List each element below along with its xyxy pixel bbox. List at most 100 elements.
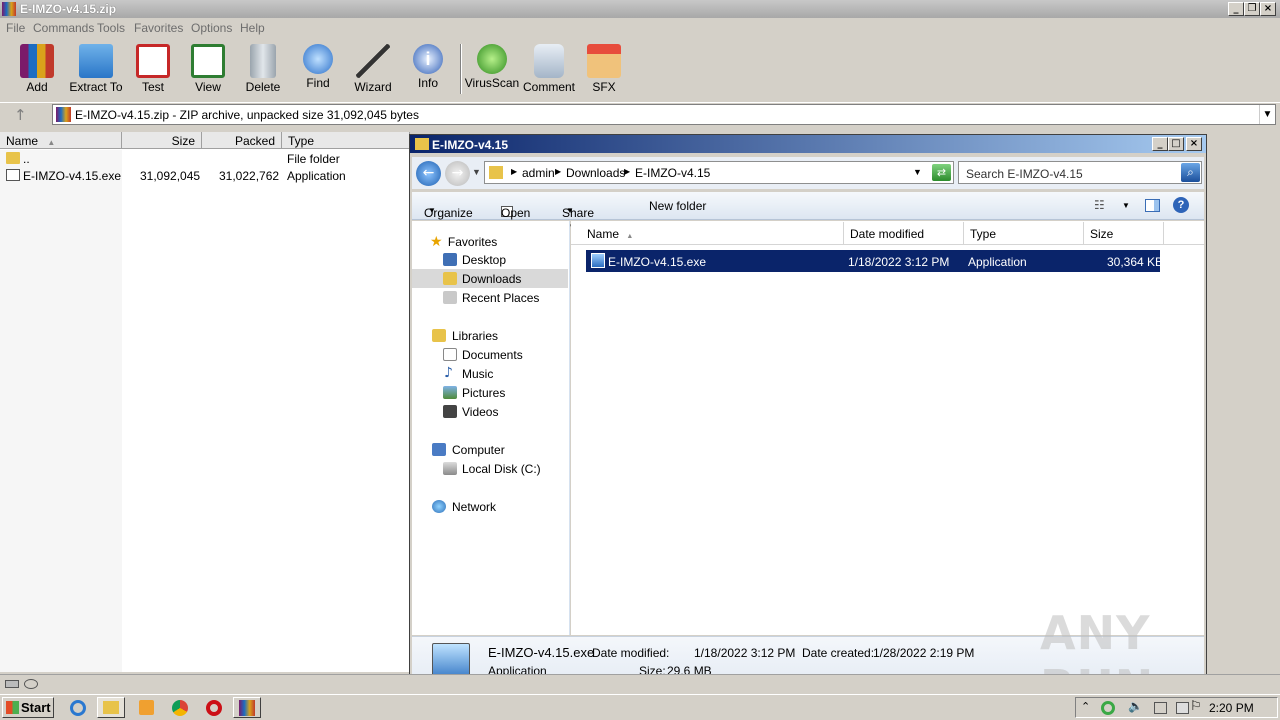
nav-network[interactable]: Network: [452, 500, 496, 514]
nav-videos[interactable]: Videos: [462, 405, 498, 419]
file-size: 30,364 KB: [1107, 255, 1164, 269]
file-row-selected[interactable]: E-IMZO-v4.15.exe 1/18/2022 3:12 PM Appli…: [586, 250, 1164, 272]
table-row[interactable]: E-IMZO-v4.15.exe 31,092,045 31,022,762 A…: [0, 168, 410, 185]
breadcrumb-separator-icon: ▶: [511, 167, 518, 176]
preview-pane-icon[interactable]: [1145, 199, 1160, 212]
column-header-type[interactable]: Type: [964, 222, 1084, 244]
breadcrumb-admin[interactable]: admin: [522, 166, 555, 180]
column-header-name[interactable]: Name ▲: [581, 222, 844, 244]
taskbar-media-icon[interactable]: [132, 697, 160, 718]
search-input[interactable]: Search E-IMZO-v4.15 ⌕: [958, 161, 1202, 184]
taskbar-winrar-icon[interactable]: [233, 697, 261, 718]
new-folder-button[interactable]: New folder: [649, 199, 706, 213]
forward-button[interactable]: →: [445, 161, 470, 186]
column-header-size[interactable]: Size: [1084, 222, 1164, 244]
winrar-title-bar[interactable]: E-IMZO-v4.15.zip _ ❐ ×: [0, 0, 1280, 18]
add-button[interactable]: Add: [9, 44, 65, 94]
nav-computer[interactable]: Computer: [452, 443, 505, 457]
opera-icon: [206, 700, 222, 716]
wizard-button[interactable]: Wizard: [345, 44, 401, 94]
nav-documents[interactable]: Documents: [462, 348, 523, 362]
chevron-down-icon[interactable]: ▼: [1122, 201, 1130, 210]
column-type[interactable]: Type: [282, 132, 410, 149]
network-tray-icon[interactable]: [1176, 702, 1189, 714]
command-bar: Organize ▼ Open Share with ▼ New folder …: [412, 192, 1204, 234]
view-button[interactable]: View: [180, 44, 236, 94]
media-player-icon: [138, 700, 154, 715]
taskbar-explorer-icon[interactable]: [97, 697, 125, 718]
menu-file[interactable]: File: [6, 21, 25, 35]
breadcrumb[interactable]: ▶ admin ▶ Downloads ▶ E-IMZO-v4.15 ▼ ⇄: [484, 161, 954, 184]
archive-path-field[interactable]: E-IMZO-v4.15.zip - ZIP archive, unpacked…: [52, 104, 1276, 125]
magic-wand-icon: [356, 44, 390, 78]
search-icon[interactable]: ⌕: [1181, 163, 1200, 182]
explorer-title-bar[interactable]: E-IMZO-v4.15 _ □ ×: [410, 135, 1206, 153]
action-center-flag-icon[interactable]: ⚐: [1190, 699, 1202, 714]
breadcrumb-current[interactable]: E-IMZO-v4.15: [635, 166, 710, 180]
network-icon: [432, 500, 446, 513]
tray-device-icon[interactable]: [1154, 702, 1167, 714]
extract-to-button[interactable]: Extract To: [67, 44, 125, 94]
history-dropdown-icon[interactable]: ▼: [472, 167, 481, 177]
nav-libraries[interactable]: Libraries: [452, 329, 498, 343]
chevron-down-icon: ▼: [566, 206, 574, 215]
up-arrow-icon[interactable]: ↑: [14, 106, 27, 124]
system-tray: ⌃ 🔈 ⚐ 2:20 PM: [1075, 697, 1278, 718]
nav-recent-places[interactable]: Recent Places: [462, 291, 539, 305]
column-name-label: Name: [587, 227, 620, 241]
nav-local-disk[interactable]: Local Disk (C:): [462, 462, 541, 476]
find-button[interactable]: Find: [290, 44, 346, 90]
close-button[interactable]: ×: [1260, 2, 1276, 16]
delete-button[interactable]: Delete: [235, 44, 291, 94]
menu-favorites[interactable]: Favorites: [134, 21, 183, 35]
column-size[interactable]: Size: [122, 132, 202, 149]
file-name: E-IMZO-v4.15.exe: [608, 255, 707, 269]
virusscan-label: VirusScan: [464, 76, 520, 90]
taskbar-ie-icon[interactable]: [64, 697, 92, 718]
toolbar-separator: [460, 44, 462, 94]
clock[interactable]: 2:20 PM: [1209, 701, 1254, 715]
explorer-title: E-IMZO-v4.15: [432, 138, 509, 152]
menu-tools[interactable]: Tools: [97, 21, 125, 35]
taskbar-chrome-icon[interactable]: [166, 697, 194, 718]
tray-expand-icon[interactable]: ⌃: [1081, 700, 1090, 713]
breadcrumb-downloads[interactable]: Downloads: [566, 166, 625, 180]
nav-music[interactable]: Music: [462, 367, 493, 381]
menu-commands[interactable]: Commands: [33, 21, 94, 35]
folder-extract-icon: [79, 44, 113, 78]
nav-desktop[interactable]: Desktop: [462, 253, 506, 267]
file-list: Name ▲ Date modified Type Size: [571, 221, 1204, 635]
wizard-label: Wizard: [354, 80, 392, 94]
explorer-close-button[interactable]: ×: [1186, 137, 1202, 151]
column-packed[interactable]: Packed: [202, 132, 282, 149]
back-button[interactable]: ←: [416, 161, 441, 186]
menu-help[interactable]: Help: [240, 21, 265, 35]
virusscan-button[interactable]: VirusScan: [464, 44, 520, 90]
file-date: 1/18/2022 3:12 PM: [848, 255, 950, 269]
tray-app-icon[interactable]: [1101, 701, 1115, 715]
test-button[interactable]: Test: [125, 44, 181, 94]
chevron-down-icon[interactable]: ▼: [1259, 105, 1275, 124]
view-options-icon[interactable]: ☷: [1094, 198, 1105, 212]
refresh-button[interactable]: ⇄: [932, 164, 951, 181]
menu-options[interactable]: Options: [191, 21, 232, 35]
minimize-button[interactable]: _: [1228, 2, 1244, 16]
bug-scan-icon: [477, 44, 507, 74]
info-button[interactable]: i Info: [400, 44, 456, 90]
comment-button[interactable]: Comment: [521, 44, 577, 94]
volume-icon[interactable]: 🔈: [1128, 699, 1143, 713]
taskbar-opera-icon[interactable]: [200, 697, 228, 718]
sfx-button[interactable]: SFX: [576, 44, 632, 94]
help-icon[interactable]: ?: [1173, 197, 1189, 213]
restore-button[interactable]: ❐: [1244, 2, 1260, 16]
address-dropdown-icon[interactable]: ▼: [913, 167, 922, 177]
explorer-minimize-button[interactable]: _: [1152, 137, 1168, 151]
column-header-date[interactable]: Date modified: [844, 222, 964, 244]
table-row[interactable]: .. File folder: [0, 151, 410, 168]
nav-downloads[interactable]: Downloads: [462, 272, 521, 286]
explorer-maximize-button[interactable]: □: [1168, 137, 1184, 151]
start-button[interactable]: Start: [2, 697, 54, 718]
column-name[interactable]: Name ▲: [0, 132, 122, 149]
nav-pictures[interactable]: Pictures: [462, 386, 505, 400]
nav-favorites[interactable]: ★ Favorites: [430, 234, 497, 250]
